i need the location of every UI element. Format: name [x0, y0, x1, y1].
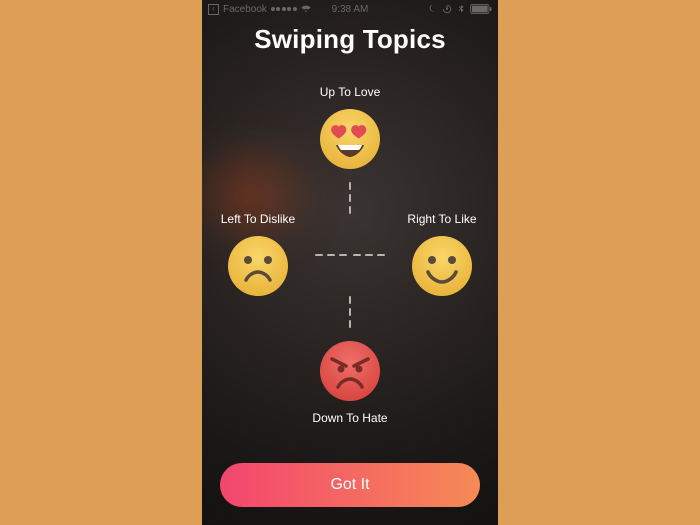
direction-left: Left To Dislike [208, 212, 308, 298]
status-bar: ‹ Facebook 9:38 AM [202, 0, 498, 18]
swipe-indicator-left-icon [315, 254, 347, 256]
clock: 9:38 AM [202, 4, 498, 15]
direction-right: Right To Like [392, 212, 492, 298]
direction-up-label: Up To Love [320, 85, 381, 99]
direction-down-label: Down To Hate [312, 411, 387, 425]
app-tutorial-overlay: ‹ Facebook 9:38 AM Swiping Topics Up To … [202, 0, 498, 525]
swipe-indicator-down-icon [349, 296, 351, 328]
happy-face-icon [410, 234, 474, 298]
swipe-indicator-right-icon [353, 254, 385, 256]
direction-down: Down To Hate [300, 339, 400, 425]
swipe-indicator-up-icon [349, 182, 351, 214]
direction-up: Up To Love [300, 85, 400, 171]
direction-right-label: Right To Like [407, 212, 476, 226]
sad-face-icon [226, 234, 290, 298]
swipe-direction-diagram: Up To Love Left To Dislike Ri [202, 85, 498, 425]
got-it-button[interactable]: Got It [220, 463, 480, 507]
love-face-icon [318, 107, 382, 171]
angry-face-icon [318, 339, 382, 403]
page-title: Swiping Topics [202, 24, 498, 55]
direction-left-label: Left To Dislike [221, 212, 295, 226]
